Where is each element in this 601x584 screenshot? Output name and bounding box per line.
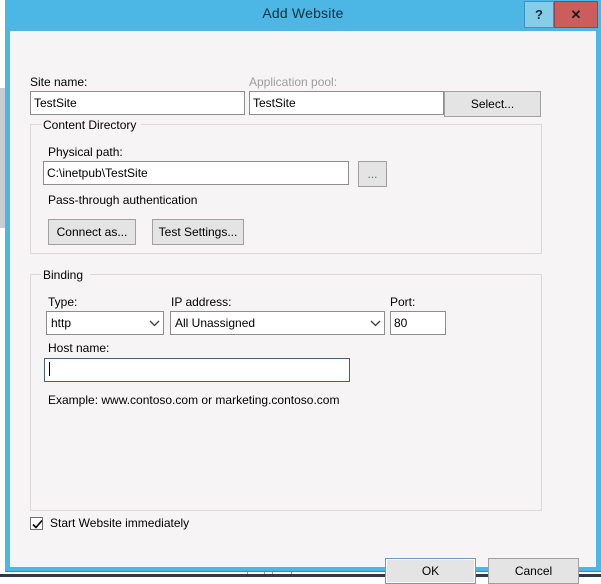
start-website-checkbox[interactable] [30,516,43,530]
window-controls: ? ✕ [524,1,598,28]
dialog-title: Add Website [262,5,344,21]
port-input[interactable]: 80 [390,311,446,335]
ok-button[interactable]: OK [385,558,476,584]
site-name-input[interactable]: TestSite [30,91,245,115]
text-cursor [49,362,50,376]
help-icon-button[interactable]: ? [524,1,554,28]
binding-type-value: http [51,316,72,330]
physical-path-input[interactable]: C:\inetpub\TestSite [43,161,349,185]
application-pool-label: Application pool: [249,75,338,89]
pass-through-authentication-text: Pass-through authentication [48,193,198,207]
ip-address-dropdown[interactable]: All Unassigned [170,311,385,335]
host-name-input[interactable] [44,358,350,382]
binding-group-title: Binding [43,268,84,282]
browse-folder-button[interactable]: ... [358,161,387,187]
ip-address-label: IP address: [171,295,232,309]
binding-type-dropdown[interactable]: http [46,311,164,335]
close-icon-button[interactable]: ✕ [554,1,598,28]
port-label: Port: [390,295,416,309]
start-website-immediately-row[interactable]: Start Website immediately [30,516,189,530]
binding-type-label: Type: [48,295,78,309]
cancel-button[interactable]: Cancel [488,558,579,584]
start-website-label: Start Website immediately [50,516,190,530]
select-app-pool-button[interactable]: Select... [444,91,541,117]
dialog-client-area: Site name: Application pool: TestSite Te… [10,31,596,584]
chevron-down-icon [145,312,163,334]
physical-path-label: Physical path: [48,145,123,159]
content-directory-group-title: Content Directory [43,118,137,132]
application-pool-input[interactable]: TestSite [249,91,444,115]
add-website-dialog: Add Website ? ✕ Site name: Application p… [5,0,601,584]
checkmark-icon [32,519,43,529]
connect-as-button[interactable]: Connect as... [48,219,136,245]
title-bar[interactable]: Add Website ? ✕ [5,0,601,31]
chevron-down-icon [366,312,384,334]
site-name-label: Site name: [30,75,88,89]
test-settings-button[interactable]: Test Settings... [152,219,244,245]
host-name-label: Host name: [48,341,110,355]
host-name-example-text: Example: www.contoso.com or marketing.co… [48,393,340,407]
ip-address-value: All Unassigned [175,316,256,330]
